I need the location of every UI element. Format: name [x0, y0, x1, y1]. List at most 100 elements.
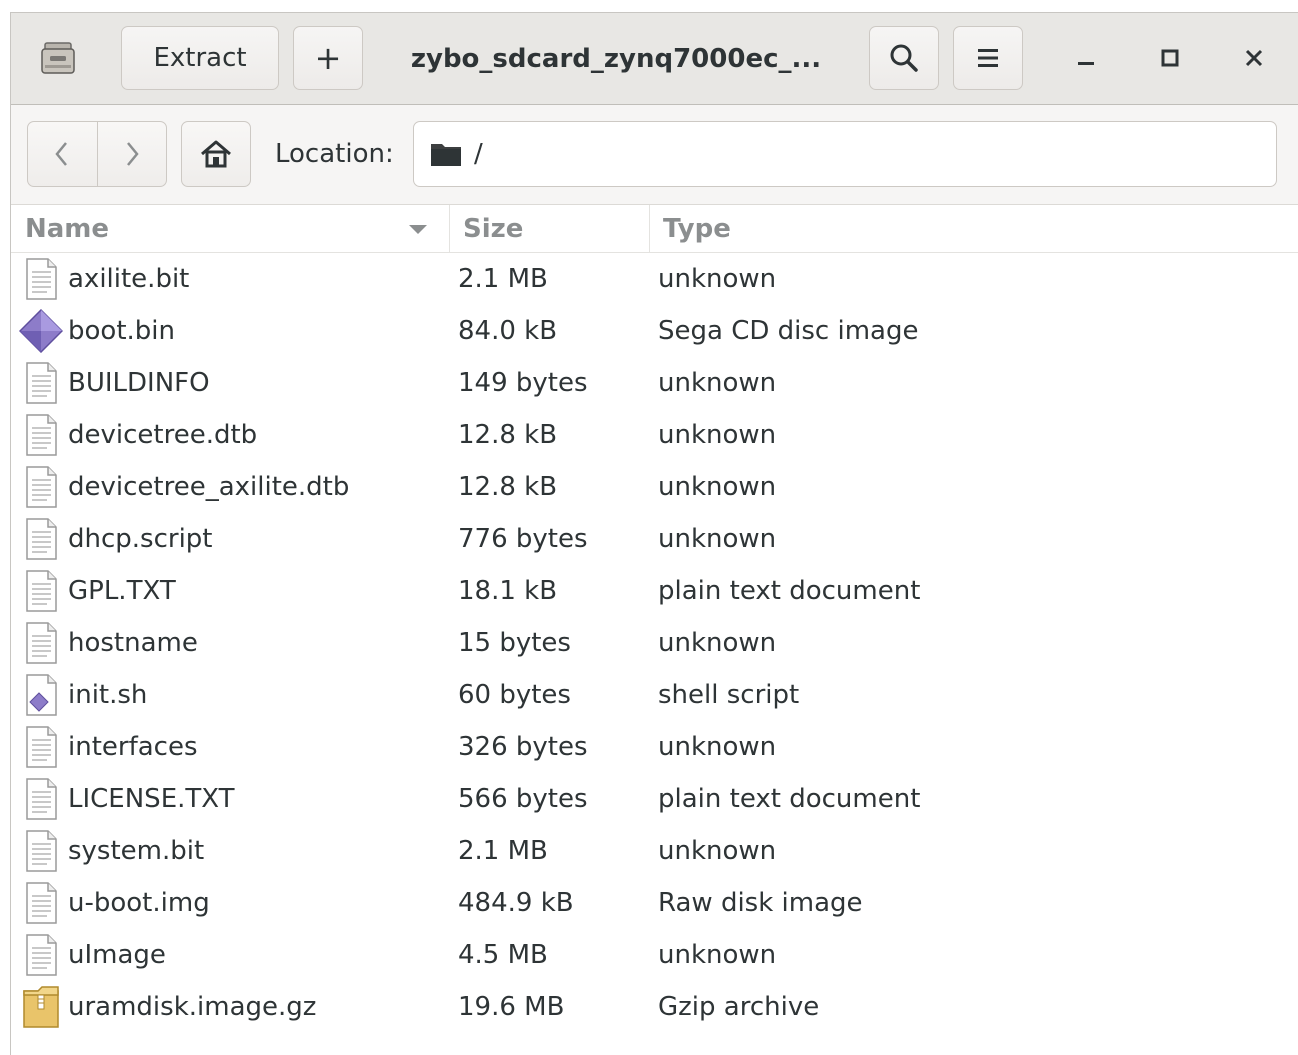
file-type: shell script [658, 680, 800, 710]
chevron-right-icon [126, 142, 139, 166]
home-icon [201, 140, 231, 168]
location-field[interactable]: / [413, 121, 1277, 187]
archive-manager-window: Extract + zybo_sdcard_zynq7000ec_... Loc… [10, 12, 1298, 1055]
file-name: boot.bin [68, 316, 175, 346]
file-name: GPL.TXT [68, 576, 176, 606]
disc-image-icon [18, 308, 64, 354]
archive-manager-icon [41, 42, 75, 74]
text-file-icon [19, 725, 63, 769]
file-size: 566 bytes [458, 784, 588, 814]
file-row[interactable]: init.sh 60 bytes shell script [11, 669, 1298, 721]
file-name: dhcp.script [68, 524, 213, 554]
file-row[interactable]: uImage 4.5 MB unknown [11, 929, 1298, 981]
file-row[interactable]: LICENSE.TXT 566 bytes plain text document [11, 773, 1298, 825]
file-name: interfaces [68, 732, 198, 762]
file-row[interactable]: u-boot.img 484.9 kB Raw disk image [11, 877, 1298, 929]
maximize-icon [1161, 49, 1179, 67]
extract-label: Extract [153, 43, 247, 73]
file-size: 60 bytes [458, 680, 571, 710]
file-type: plain text document [658, 784, 921, 814]
file-name: uramdisk.image.gz [68, 992, 317, 1022]
file-name: axilite.bit [68, 264, 190, 294]
location-bar: Location: / [11, 105, 1298, 205]
file-size: 484.9 kB [458, 888, 574, 918]
forward-button[interactable] [96, 122, 167, 186]
text-file-icon [19, 413, 63, 457]
file-type: unknown [658, 368, 777, 398]
file-name: hostname [68, 628, 198, 658]
file-size: 12.8 kB [458, 472, 558, 502]
file-row[interactable]: axilite.bit 2.1 MB unknown [11, 253, 1298, 305]
text-file-icon [19, 829, 63, 873]
navigation-buttons [27, 121, 167, 187]
file-name: init.sh [68, 680, 148, 710]
text-file-icon [19, 517, 63, 561]
file-row[interactable]: devicetree.dtb 12.8 kB unknown [11, 409, 1298, 461]
file-type: unknown [658, 524, 777, 554]
file-name: LICENSE.TXT [68, 784, 235, 814]
file-type: plain text document [658, 576, 921, 606]
file-row[interactable]: uramdisk.image.gz 19.6 MB Gzip archive [11, 981, 1298, 1033]
text-file-icon [19, 257, 63, 301]
file-name: BUILDINFO [68, 368, 210, 398]
file-type: Sega CD disc image [658, 316, 919, 346]
file-name: u-boot.img [68, 888, 210, 918]
column-header: Name Size Type [11, 205, 1298, 253]
file-name: uImage [68, 940, 166, 970]
location-label: Location: [275, 139, 394, 169]
text-file-icon [19, 777, 63, 821]
add-files-button[interactable]: + [293, 26, 363, 90]
file-row[interactable]: system.bit 2.1 MB unknown [11, 825, 1298, 877]
file-row[interactable]: hostname 15 bytes unknown [11, 617, 1298, 669]
file-type: unknown [658, 628, 777, 658]
column-type-label: Type [663, 214, 731, 244]
window-title: zybo_sdcard_zynq7000ec_... [410, 44, 822, 74]
column-size-header[interactable]: Size [449, 205, 649, 253]
file-row[interactable]: boot.bin 84.0 kB Sega CD disc image [11, 305, 1298, 357]
column-type-header[interactable]: Type [649, 205, 1295, 253]
file-size: 18.1 kB [458, 576, 558, 606]
file-type: unknown [658, 836, 777, 866]
column-size-label: Size [463, 214, 524, 244]
text-file-icon [19, 361, 63, 405]
file-name: devicetree_axilite.dtb [68, 472, 350, 502]
text-file-icon [19, 621, 63, 665]
file-list: Name Size Type axilite.bit 2.1 MB unknown b… [11, 205, 1298, 1055]
file-size: 2.1 MB [458, 264, 548, 294]
home-button[interactable] [181, 121, 251, 187]
close-button[interactable] [1231, 35, 1277, 81]
text-file-icon [19, 569, 63, 613]
extract-button[interactable]: Extract [121, 26, 279, 90]
column-name-header[interactable]: Name [25, 205, 445, 253]
file-size: 12.8 kB [458, 420, 558, 450]
minimize-icon [1078, 62, 1094, 65]
minimize-button[interactable] [1063, 35, 1109, 81]
file-type: unknown [658, 264, 777, 294]
file-size: 4.5 MB [458, 940, 548, 970]
file-size: 149 bytes [458, 368, 588, 398]
file-name: devicetree.dtb [68, 420, 258, 450]
file-row[interactable]: BUILDINFO 149 bytes unknown [11, 357, 1298, 409]
file-name: system.bit [68, 836, 205, 866]
file-size: 84.0 kB [458, 316, 558, 346]
text-file-icon [19, 933, 63, 977]
file-row[interactable]: GPL.TXT 18.1 kB plain text document [11, 565, 1298, 617]
main-menu-button[interactable] [953, 26, 1023, 90]
file-size: 15 bytes [458, 628, 571, 658]
file-row[interactable]: interfaces 326 bytes unknown [11, 721, 1298, 773]
text-file-icon [19, 465, 63, 509]
plus-icon: + [314, 39, 342, 77]
folder-icon [431, 144, 461, 166]
header-bar: Extract + zybo_sdcard_zynq7000ec_... [11, 13, 1298, 105]
file-size: 326 bytes [458, 732, 588, 762]
hamburger-menu-icon [978, 49, 998, 67]
maximize-button[interactable] [1147, 35, 1193, 81]
file-row[interactable]: devicetree_axilite.dtb 12.8 kB unknown [11, 461, 1298, 513]
script-file-icon [19, 673, 63, 717]
back-button[interactable] [28, 122, 97, 186]
search-button[interactable] [869, 26, 939, 90]
column-name-label: Name [25, 214, 110, 244]
text-file-icon [19, 881, 63, 925]
file-type: unknown [658, 472, 777, 502]
file-row[interactable]: dhcp.script 776 bytes unknown [11, 513, 1298, 565]
